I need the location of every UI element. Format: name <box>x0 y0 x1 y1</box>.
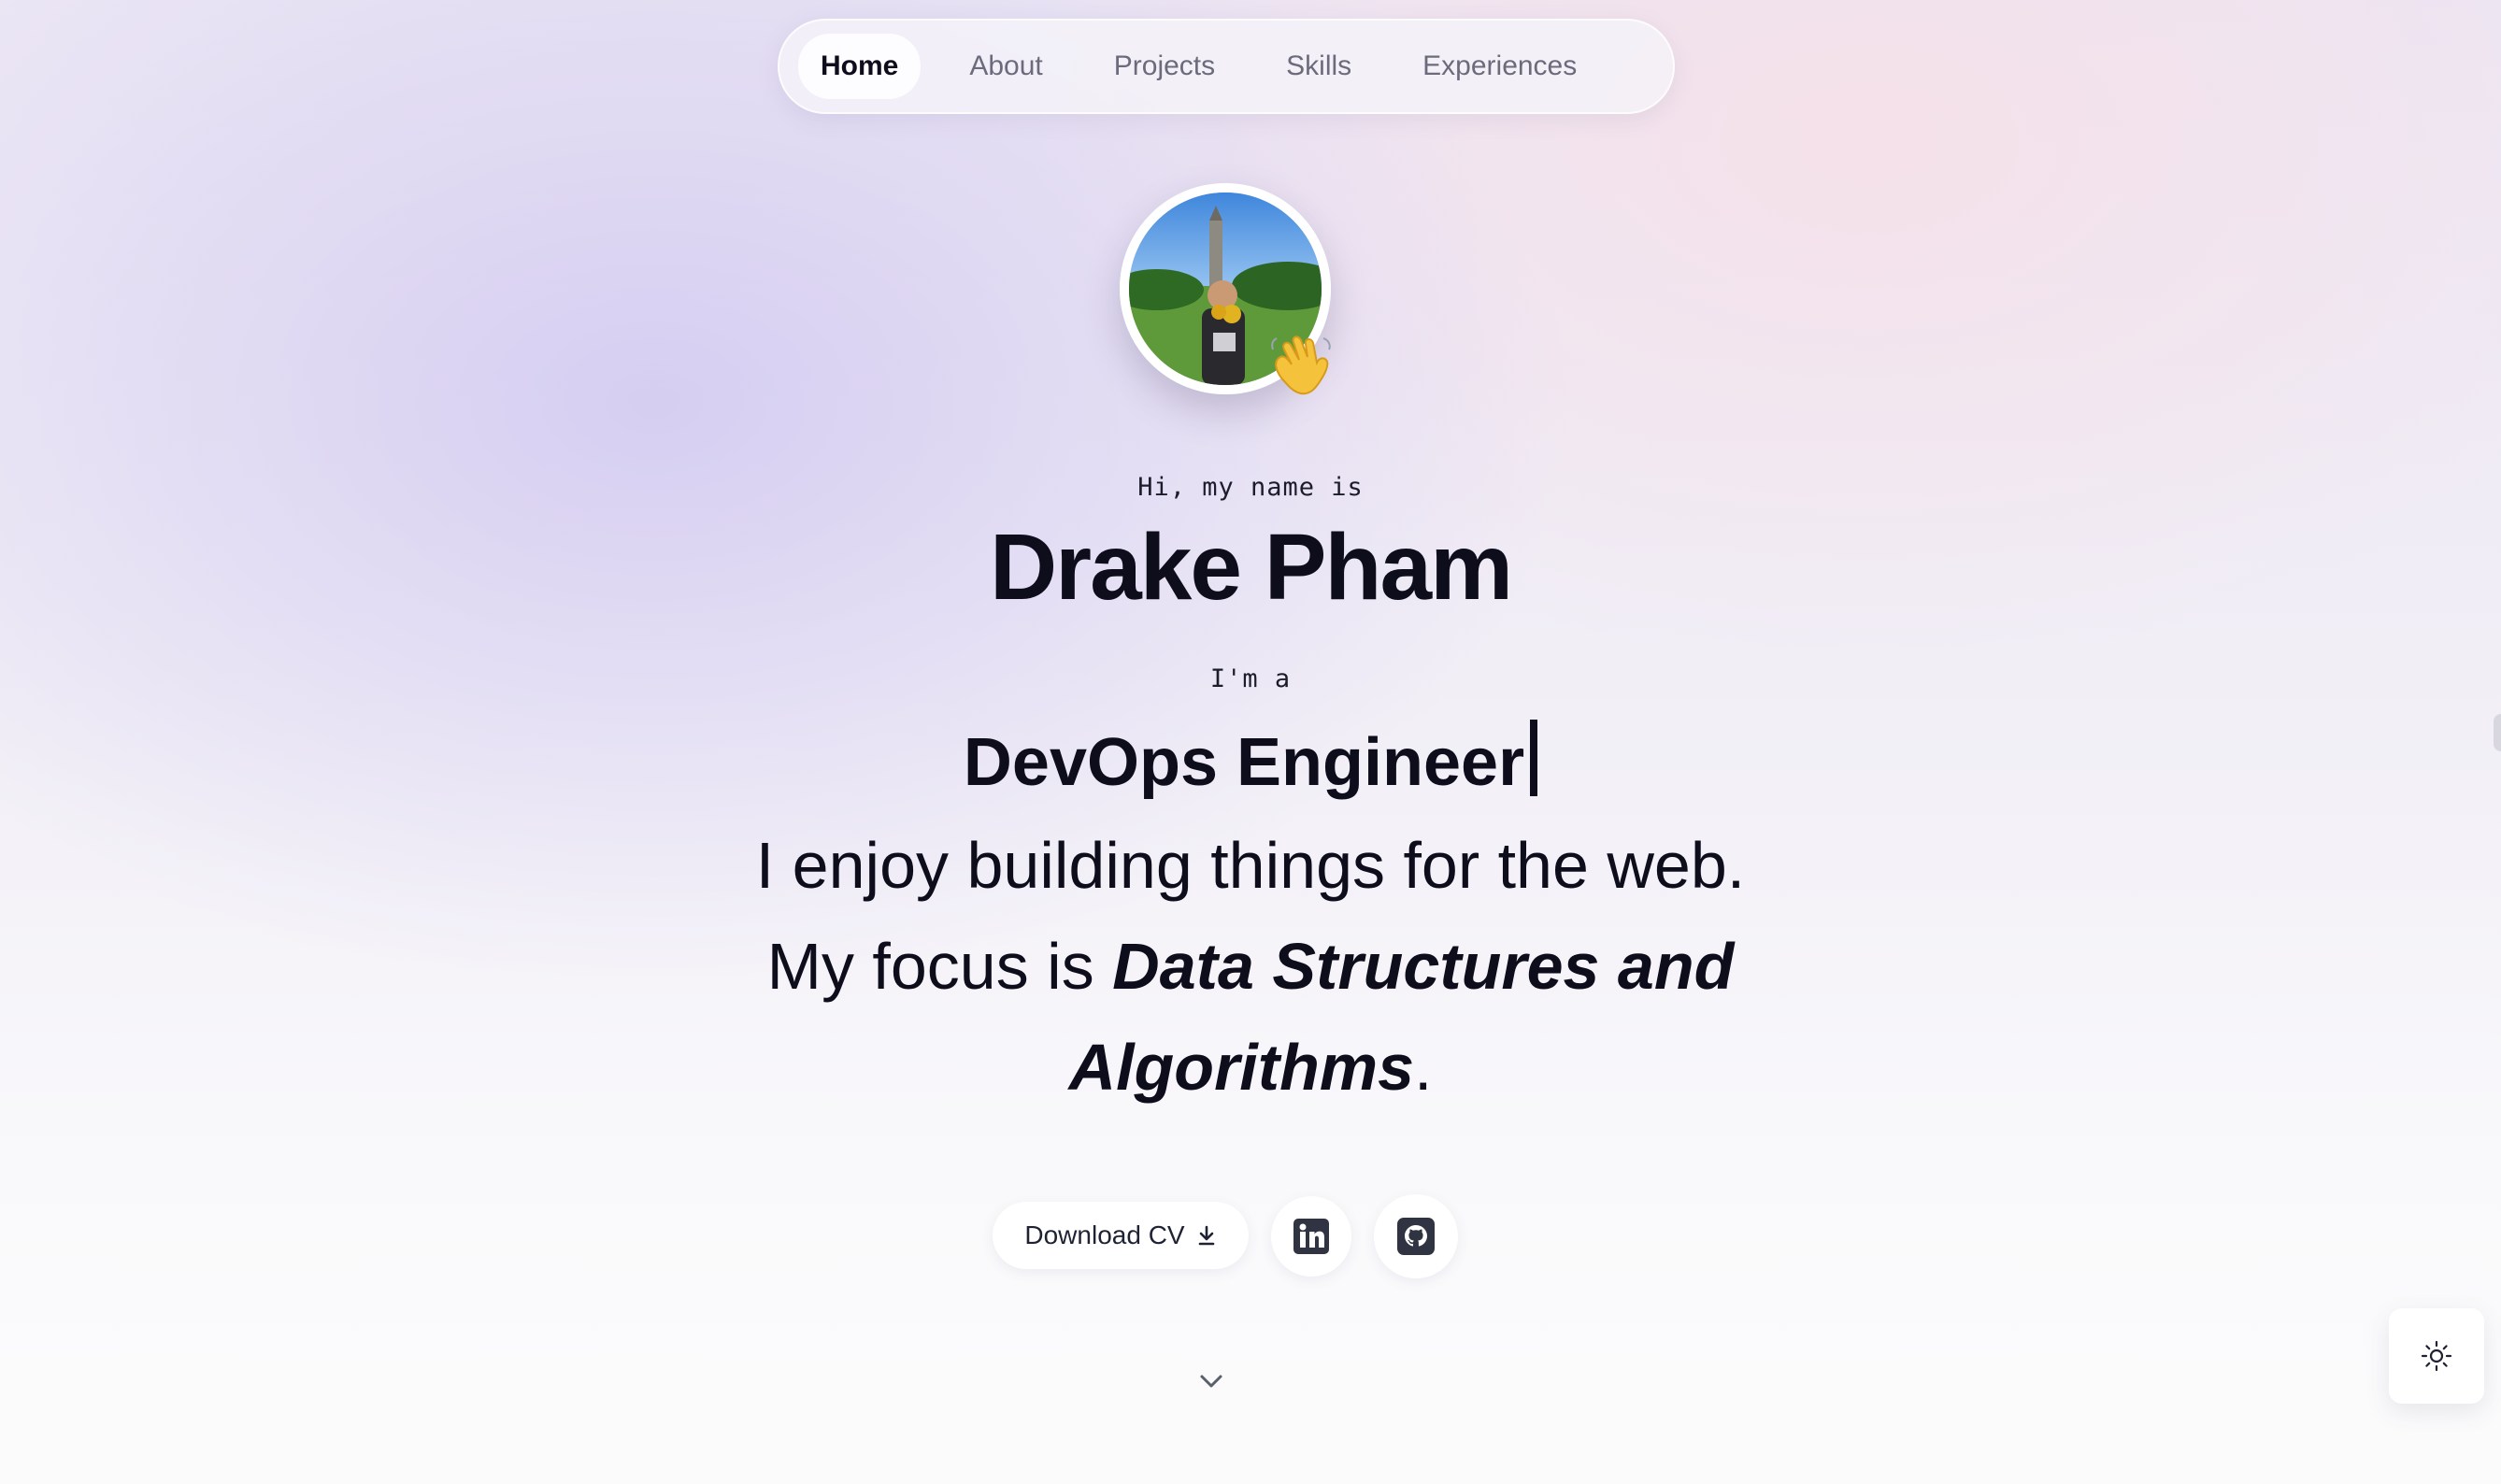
tagline-line-1: I enjoy building things for the web. <box>755 829 1746 902</box>
github-button[interactable] <box>1374 1194 1458 1278</box>
tagline-focus-part-1: Data Structures and <box>1112 930 1735 1003</box>
linkedin-button[interactable] <box>1271 1196 1351 1277</box>
avatar-container <box>1120 183 1331 395</box>
tagline-prefix: My focus is <box>766 930 1113 1003</box>
role-intro-text: I'm a <box>1209 664 1292 693</box>
linkedin-icon <box>1293 1219 1329 1254</box>
nav-item-experiences[interactable]: Experiences <box>1400 34 1599 99</box>
nav-item-skills[interactable]: Skills <box>1264 34 1374 99</box>
hero-role: DevOps Engineer <box>0 720 2501 805</box>
chevron-down-icon[interactable] <box>1196 1366 1226 1396</box>
github-icon <box>1397 1218 1435 1255</box>
edge-scroll-indicator <box>2494 714 2501 751</box>
tagline-line-2: My focus is Data Structures and <box>0 916 2501 1017</box>
nav-item-projects[interactable]: Projects <box>1092 34 1237 99</box>
tagline-line-3: Algorithms. <box>0 1017 2501 1118</box>
sun-icon <box>2421 1340 2452 1372</box>
nav-item-about[interactable]: About <box>947 34 1065 99</box>
hero-name: Drake Pham <box>989 515 1513 620</box>
tagline-suffix: . <box>1414 1031 1433 1104</box>
download-icon <box>1198 1225 1214 1246</box>
nav-item-home[interactable]: Home <box>798 34 922 99</box>
typing-cursor <box>1530 720 1538 796</box>
download-cv-label: Download CV <box>1024 1220 1185 1249</box>
role-text: DevOps Engineer <box>963 725 1525 800</box>
waving-hand-icon <box>1271 335 1331 395</box>
theme-toggle-button[interactable] <box>2389 1308 2484 1404</box>
download-cv-button[interactable]: Download CV <box>993 1202 1249 1269</box>
tagline-focus-part-2: Algorithms <box>1068 1031 1414 1104</box>
top-nav: Home About Projects Skills Experiences <box>778 19 1675 114</box>
background-fade <box>0 1092 2501 1484</box>
greeting-text: Hi, my name is <box>1137 473 1364 502</box>
